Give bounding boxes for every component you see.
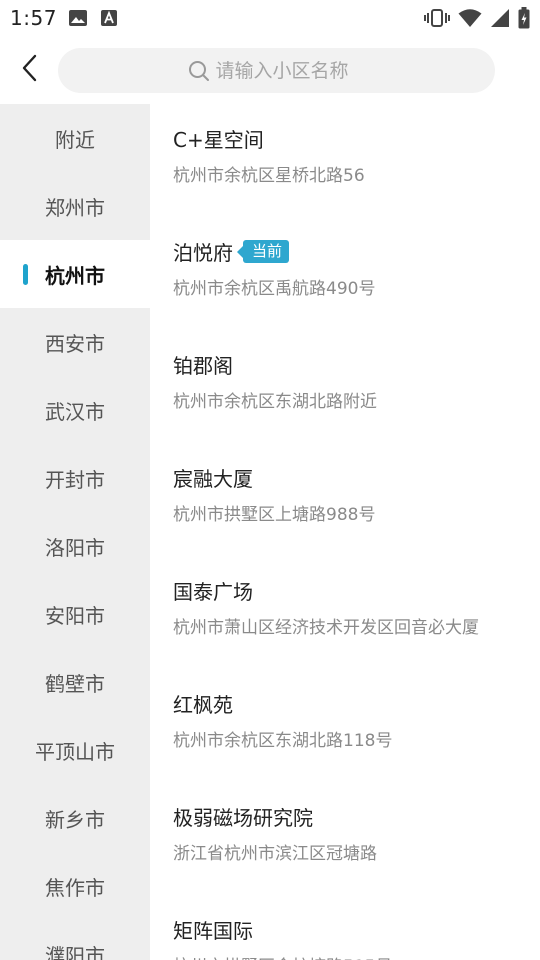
- community-list: C+星空间 杭州市余杭区星桥北路56 泊悦府 当前 杭州市余杭区禹航路490号 …: [150, 104, 540, 960]
- community-address: 杭州市余杭区禹航路490号: [173, 279, 376, 299]
- wifi-icon: [458, 8, 482, 32]
- sidebar-item-hangzhou[interactable]: 杭州市: [0, 240, 150, 308]
- image-icon: [68, 9, 88, 31]
- community-address: 杭州市余杭区东湖北路附近: [173, 392, 377, 412]
- community-name: 极弱磁场研究院: [173, 805, 313, 830]
- community-name: 铂郡阁: [173, 353, 233, 378]
- sidebar-item-kaifeng[interactable]: 开封市: [0, 444, 150, 512]
- active-indicator: [23, 264, 28, 285]
- sidebar-item-jiaozuo[interactable]: 焦作市: [0, 852, 150, 920]
- text-a-icon: [100, 9, 118, 31]
- status-bar: 1:57: [0, 0, 540, 36]
- list-item[interactable]: 铂郡阁 杭州市余杭区东湖北路附近: [150, 330, 540, 443]
- city-sidebar: 附近 郑州市 杭州市 西安市 武汉市 开封市 洛阳市 安阳市 鹤壁市 平顶山市 …: [0, 104, 150, 960]
- community-address: 杭州市余杭区星桥北路56: [173, 166, 365, 186]
- community-name: 泊悦府: [173, 240, 233, 265]
- community-name: 矩阵国际: [173, 918, 253, 943]
- list-item[interactable]: C+星空间 杭州市余杭区星桥北路56: [150, 104, 540, 217]
- community-address: 杭州市拱墅区金柱塘路515号: [173, 952, 540, 960]
- community-address: 杭州市萧山区经济技术开发区回音必大厦: [173, 618, 479, 638]
- list-item[interactable]: 极弱磁场研究院 浙江省杭州市滨江区冠塘路: [150, 782, 540, 895]
- chevron-left-icon: [21, 54, 39, 86]
- signal-icon: [490, 8, 510, 32]
- sidebar-item-nearby[interactable]: 附近: [0, 104, 150, 172]
- sidebar-item-xinxiang[interactable]: 新乡市: [0, 784, 150, 852]
- list-item[interactable]: 泊悦府 当前 杭州市余杭区禹航路490号: [150, 217, 540, 330]
- community-address: 浙江省杭州市滨江区冠塘路: [173, 844, 377, 864]
- community-name: 红枫苑: [173, 692, 233, 717]
- community-address: 杭州市余杭区东湖北路118号: [173, 731, 393, 751]
- sidebar-item-xian[interactable]: 西安市: [0, 308, 150, 376]
- list-item[interactable]: 红枫苑 杭州市余杭区东湖北路118号: [150, 669, 540, 782]
- sidebar-item-zhengzhou[interactable]: 郑州市: [0, 172, 150, 240]
- sidebar-item-pingdingshan[interactable]: 平顶山市: [0, 716, 150, 784]
- sidebar-item-wuhan[interactable]: 武汉市: [0, 376, 150, 444]
- community-address: 杭州市拱墅区上塘路988号: [173, 505, 376, 525]
- sidebar-item-hebi[interactable]: 鹤壁市: [0, 648, 150, 716]
- community-name: 宸融大厦: [173, 466, 253, 491]
- sidebar-item-luoyang[interactable]: 洛阳市: [0, 512, 150, 580]
- status-right-icons: [424, 7, 530, 33]
- vibrate-icon: [424, 8, 450, 32]
- community-name: C+星空间: [173, 127, 264, 152]
- status-time: 1:57: [10, 6, 57, 30]
- sidebar-item-puyang[interactable]: 濮阳市: [0, 920, 150, 960]
- back-button[interactable]: [12, 52, 48, 88]
- search-icon: [188, 60, 210, 82]
- list-item[interactable]: 矩阵国际 杭州市拱墅区金柱塘路515号: [150, 895, 540, 960]
- sidebar-item-anyang[interactable]: 安阳市: [0, 580, 150, 648]
- header: [0, 36, 540, 104]
- current-badge: 当前: [236, 239, 290, 263]
- search-input[interactable]: [215, 59, 366, 82]
- list-item[interactable]: 国泰广场 杭州市萧山区经济技术开发区回音必大厦: [150, 556, 540, 669]
- battery-icon: [518, 7, 530, 33]
- community-name: 国泰广场: [173, 579, 253, 604]
- status-left-icons: [68, 9, 118, 31]
- search-box[interactable]: [58, 48, 495, 93]
- list-item[interactable]: 宸融大厦 杭州市拱墅区上塘路988号: [150, 443, 540, 556]
